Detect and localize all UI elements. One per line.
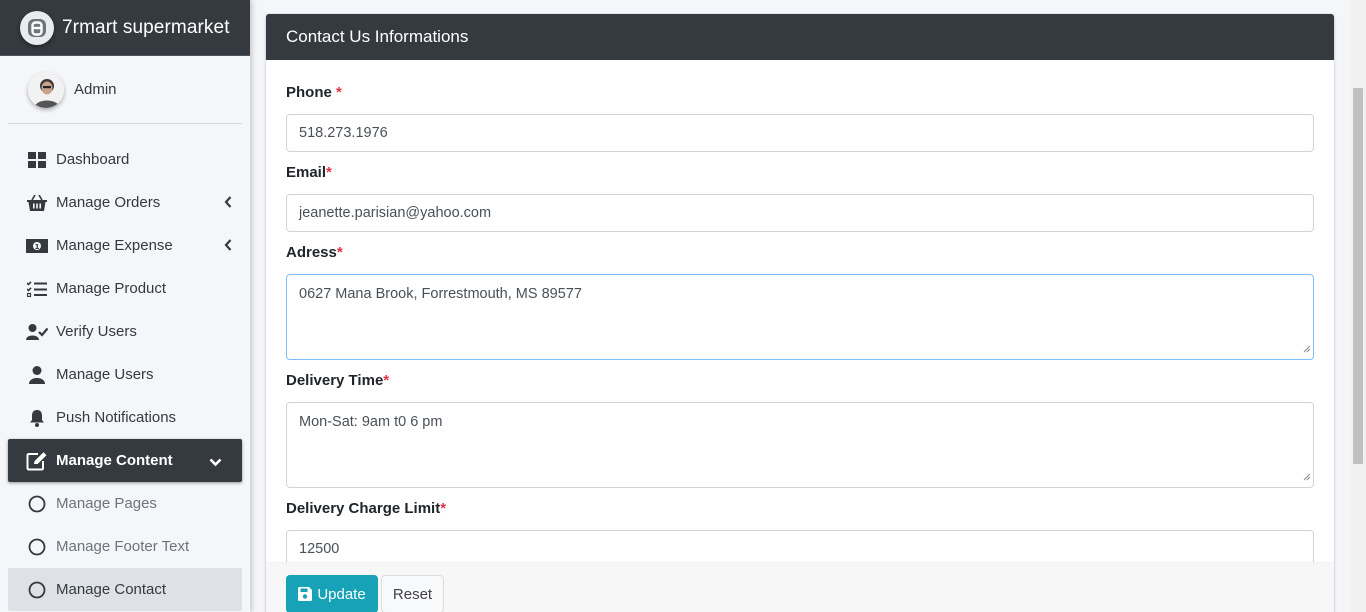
circle-icon	[26, 579, 48, 601]
required-marker: *	[440, 500, 447, 517]
bell-icon	[26, 407, 48, 429]
sidebar-item-push-notifications[interactable]: Push Notifications	[8, 396, 242, 439]
sidebar-item-dashboard[interactable]: Dashboard	[8, 138, 242, 181]
resize-grip-icon[interactable]	[1303, 341, 1311, 357]
sidebar-item-manage-product[interactable]: Manage Product	[8, 267, 242, 310]
sidebar-item-manage-users[interactable]: Manage Users	[8, 353, 242, 396]
sidebar-item-verify-users[interactable]: Verify Users	[8, 310, 242, 353]
save-icon	[298, 587, 313, 601]
card-header: Contact Us Informations	[266, 14, 1334, 60]
tasks-icon	[26, 278, 48, 300]
delivery-time-label: Delivery Time*	[286, 372, 1314, 390]
reset-label: Reset	[392, 585, 433, 603]
scrollbar-thumb[interactable]	[1353, 88, 1363, 464]
phone-field[interactable]: 518.273.1976	[286, 114, 1314, 152]
user-panel[interactable]: Admin	[8, 56, 242, 124]
brand-link[interactable]: 7rmart supermarket	[0, 0, 250, 56]
sidebar: 7rmart supermarket Admin Dashboard Manag…	[0, 0, 250, 612]
user-icon	[26, 364, 48, 386]
money-icon: 1	[26, 235, 48, 257]
sidebar-item-label: Push Notifications	[56, 409, 177, 426]
sidebar-item-label: Dashboard	[56, 151, 130, 168]
card-title: Contact Us Informations	[286, 27, 469, 46]
sidebar-item-label: Manage Footer Text	[56, 538, 190, 555]
address-label: Adress*	[286, 244, 1314, 262]
update-button[interactable]: Update	[286, 575, 378, 612]
phone-label: Phone *	[286, 84, 1314, 102]
card-footer: Update Reset	[266, 562, 1334, 612]
sidebar-item-manage-contact[interactable]: Manage Contact	[8, 568, 242, 611]
required-marker: *	[336, 84, 342, 101]
basket-icon	[26, 192, 48, 214]
sidebar-item-label: Manage Product	[56, 280, 167, 297]
svg-text:1: 1	[35, 242, 40, 250]
sidebar-item-manage-content[interactable]: Manage Content	[8, 439, 242, 482]
chevron-left-icon	[224, 238, 232, 255]
edit-icon	[26, 450, 48, 472]
email-field[interactable]: jeanette.parisian@yahoo.com	[286, 194, 1314, 232]
sidebar-nav: Dashboard Manage Orders 1 Manage Expense…	[0, 138, 250, 611]
email-label-text: Email	[286, 164, 327, 181]
delivery-time-label-text: Delivery Time	[286, 372, 384, 389]
address-value: 0627 Mana Brook, Forrestmouth, MS 89577	[299, 286, 582, 302]
required-marker: *	[336, 244, 343, 261]
dashboard-icon	[26, 149, 48, 171]
phone-label-text: Phone	[286, 84, 332, 101]
sidebar-item-label: Manage Pages	[56, 495, 157, 512]
circle-icon	[26, 536, 48, 558]
resize-grip-icon[interactable]	[1303, 469, 1311, 485]
address-textarea[interactable]: 0627 Mana Brook, Forrestmouth, MS 89577	[286, 274, 1314, 360]
chevron-down-icon	[209, 454, 222, 471]
sidebar-item-label: Manage Orders	[56, 194, 161, 211]
sidebar-item-manage-footer-text[interactable]: Manage Footer Text	[8, 525, 242, 568]
delivery-time-textarea[interactable]: Mon-Sat: 9am t0 6 pm	[286, 402, 1314, 488]
reset-button[interactable]: Reset	[381, 575, 444, 612]
contact-form: Phone * 518.273.1976 Email* jeanette.par…	[266, 60, 1334, 568]
sidebar-item-manage-expense[interactable]: 1 Manage Expense	[8, 224, 242, 267]
required-marker: *	[383, 372, 390, 389]
sidebar-item-label: Verify Users	[56, 323, 137, 340]
email-label: Email*	[286, 164, 1314, 182]
sidebar-item-manage-pages[interactable]: Manage Pages	[8, 482, 242, 525]
delivery-charge-label-text: Delivery Charge Limit	[286, 500, 441, 517]
contact-card: Contact Us Informations Phone * 518.273.…	[266, 14, 1334, 612]
delivery-charge-label: Delivery Charge Limit*	[286, 500, 1314, 518]
required-marker: *	[326, 164, 332, 181]
sidebar-item-label: Manage Expense	[56, 237, 173, 254]
sidebar-item-manage-orders[interactable]: Manage Orders	[8, 181, 242, 224]
sidebar-item-label: Manage Users	[56, 366, 154, 383]
logo-icon	[20, 10, 54, 45]
scrollbar[interactable]	[1350, 0, 1366, 612]
user-check-icon	[26, 321, 48, 343]
sidebar-item-label: Manage Content	[56, 452, 173, 469]
circle-icon	[26, 493, 48, 515]
sidebar-item-label: Manage Contact	[56, 581, 167, 598]
delivery-time-value: Mon-Sat: 9am t0 6 pm	[299, 414, 443, 430]
address-label-text: Adress	[286, 244, 337, 261]
chevron-left-icon	[224, 195, 232, 212]
update-label: Update	[317, 585, 366, 603]
brand-name: 7rmart supermarket	[62, 16, 230, 38]
user-name: Admin	[74, 81, 117, 98]
main-content: Contact Us Informations Phone * 518.273.…	[250, 0, 1350, 612]
user-avatar	[28, 71, 64, 108]
